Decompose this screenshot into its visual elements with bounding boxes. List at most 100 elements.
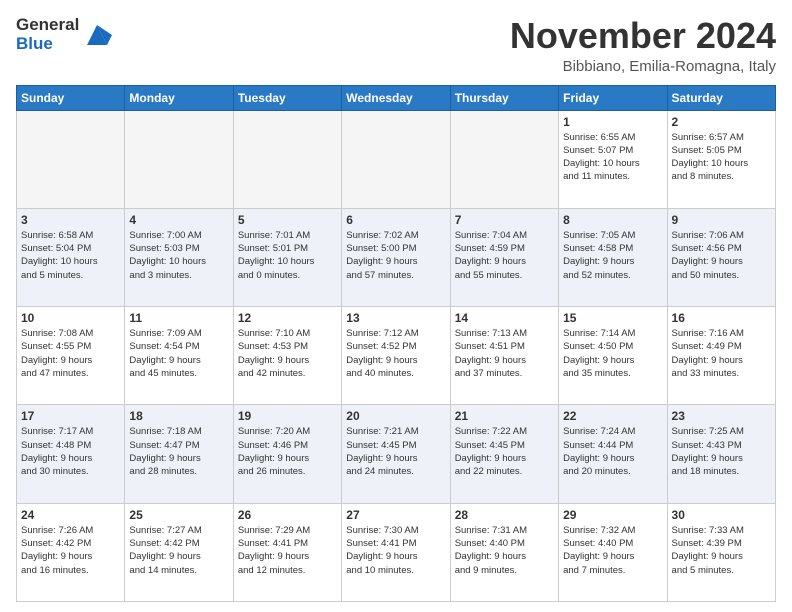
day-number: 19 <box>238 409 337 423</box>
calendar-cell: 30Sunrise: 7:33 AM Sunset: 4:39 PM Dayli… <box>667 503 775 601</box>
calendar-cell: 16 Sunrise: 7:16 AM Sunset: 4:49 PM Dayli… <box>667 307 775 405</box>
day-info: Sunrise: 7:12 AM Sunset: 4:52 PM Dayligh… <box>346 327 445 380</box>
day-number: 4 <box>129 213 228 227</box>
day-number: 9 <box>672 213 771 227</box>
day-number: 30 <box>672 508 771 522</box>
calendar-cell: 19 Sunrise: 7:20 AM Sunset: 4:46 PM Dayli… <box>233 405 341 503</box>
day-info: Sunrise: 7:25 AM Sunset: 4:43 PM Dayligh… <box>672 425 771 478</box>
calendar-cell: 6 Sunrise: 7:02 AM Sunset: 5:00 PM Daylig… <box>342 208 450 306</box>
calendar-cell <box>233 110 341 208</box>
col-tuesday: Tuesday <box>233 85 341 110</box>
calendar-cell: 1Sunrise: 6:55 AM Sunset: 5:07 PM Daylig… <box>559 110 667 208</box>
calendar-cell: 17 Sunrise: 7:17 AM Sunset: 4:48 PM Dayli… <box>17 405 125 503</box>
calendar-cell: 15Sunrise: 7:14 AM Sunset: 4:50 PM Dayli… <box>559 307 667 405</box>
day-number: 26 <box>238 508 337 522</box>
day-info: Sunrise: 7:16 AM Sunset: 4:49 PM Dayligh… <box>672 327 771 380</box>
day-info: Sunrise: 7:06 AM Sunset: 4:56 PM Dayligh… <box>672 229 771 282</box>
day-info: Sunrise: 7:31 AM Sunset: 4:40 PM Dayligh… <box>455 524 554 577</box>
day-info: Sunrise: 7:29 AM Sunset: 4:41 PM Dayligh… <box>238 524 337 577</box>
calendar-week-2: 3Sunrise: 6:58 AM Sunset: 5:04 PM Daylig… <box>17 208 776 306</box>
day-number: 21 <box>455 409 554 423</box>
day-info: Sunrise: 7:01 AM Sunset: 5:01 PM Dayligh… <box>238 229 337 282</box>
calendar-cell <box>342 110 450 208</box>
logo: General Blue <box>16 16 112 53</box>
day-info: Sunrise: 7:18 AM Sunset: 4:47 PM Dayligh… <box>129 425 228 478</box>
calendar-week-3: 10Sunrise: 7:08 AM Sunset: 4:55 PM Dayli… <box>17 307 776 405</box>
page: General Blue November 2024 Bibbiano, Emi… <box>0 0 792 612</box>
calendar-cell: 8 Sunrise: 7:05 AM Sunset: 4:58 PM Daylig… <box>559 208 667 306</box>
calendar-cell: 27Sunrise: 7:30 AM Sunset: 4:41 PM Dayli… <box>342 503 450 601</box>
calendar-cell: 9 Sunrise: 7:06 AM Sunset: 4:56 PM Daylig… <box>667 208 775 306</box>
day-info: Sunrise: 7:02 AM Sunset: 5:00 PM Dayligh… <box>346 229 445 282</box>
day-number: 3 <box>21 213 120 227</box>
day-info: Sunrise: 7:27 AM Sunset: 4:42 PM Dayligh… <box>129 524 228 577</box>
day-info: Sunrise: 7:05 AM Sunset: 4:58 PM Dayligh… <box>563 229 662 282</box>
day-number: 18 <box>129 409 228 423</box>
day-info: Sunrise: 7:17 AM Sunset: 4:48 PM Dayligh… <box>21 425 120 478</box>
day-info: Sunrise: 7:14 AM Sunset: 4:50 PM Dayligh… <box>563 327 662 380</box>
day-number: 11 <box>129 311 228 325</box>
calendar-cell <box>125 110 233 208</box>
calendar-cell <box>450 110 558 208</box>
calendar-table: Sunday Monday Tuesday Wednesday Thursday… <box>16 85 776 602</box>
location: Bibbiano, Emilia-Romagna, Italy <box>510 58 776 75</box>
day-info: Sunrise: 7:20 AM Sunset: 4:46 PM Dayligh… <box>238 425 337 478</box>
day-number: 5 <box>238 213 337 227</box>
calendar-cell: 2Sunrise: 6:57 AM Sunset: 5:05 PM Daylig… <box>667 110 775 208</box>
day-number: 7 <box>455 213 554 227</box>
calendar-week-5: 24Sunrise: 7:26 AM Sunset: 4:42 PM Dayli… <box>17 503 776 601</box>
day-info: Sunrise: 6:55 AM Sunset: 5:07 PM Dayligh… <box>563 131 662 184</box>
calendar-cell: 24Sunrise: 7:26 AM Sunset: 4:42 PM Dayli… <box>17 503 125 601</box>
col-sunday: Sunday <box>17 85 125 110</box>
day-number: 12 <box>238 311 337 325</box>
col-wednesday: Wednesday <box>342 85 450 110</box>
day-info: Sunrise: 7:32 AM Sunset: 4:40 PM Dayligh… <box>563 524 662 577</box>
day-info: Sunrise: 7:04 AM Sunset: 4:59 PM Dayligh… <box>455 229 554 282</box>
logo-icon <box>82 20 112 50</box>
day-info: Sunrise: 7:09 AM Sunset: 4:54 PM Dayligh… <box>129 327 228 380</box>
calendar-cell: 13Sunrise: 7:12 AM Sunset: 4:52 PM Dayli… <box>342 307 450 405</box>
day-number: 16 <box>672 311 771 325</box>
calendar-week-4: 17 Sunrise: 7:17 AM Sunset: 4:48 PM Dayli… <box>17 405 776 503</box>
calendar-cell <box>17 110 125 208</box>
col-monday: Monday <box>125 85 233 110</box>
calendar-week-1: 1Sunrise: 6:55 AM Sunset: 5:07 PM Daylig… <box>17 110 776 208</box>
calendar-cell: 29Sunrise: 7:32 AM Sunset: 4:40 PM Dayli… <box>559 503 667 601</box>
calendar-cell: 28 Sunrise: 7:31 AM Sunset: 4:40 PM Dayli… <box>450 503 558 601</box>
day-number: 17 <box>21 409 120 423</box>
calendar-cell: 26 Sunrise: 7:29 AM Sunset: 4:41 PM Dayli… <box>233 503 341 601</box>
header: General Blue November 2024 Bibbiano, Emi… <box>16 16 776 75</box>
day-info: Sunrise: 7:08 AM Sunset: 4:55 PM Dayligh… <box>21 327 120 380</box>
day-info: Sunrise: 7:10 AM Sunset: 4:53 PM Dayligh… <box>238 327 337 380</box>
calendar-cell: 5 Sunrise: 7:01 AM Sunset: 5:01 PM Daylig… <box>233 208 341 306</box>
title-block: November 2024 Bibbiano, Emilia-Romagna, … <box>510 16 776 75</box>
calendar-cell: 23 Sunrise: 7:25 AM Sunset: 4:43 PM Dayli… <box>667 405 775 503</box>
calendar-cell: 21 Sunrise: 7:22 AM Sunset: 4:45 PM Dayli… <box>450 405 558 503</box>
day-number: 8 <box>563 213 662 227</box>
calendar-cell: 4Sunrise: 7:00 AM Sunset: 5:03 PM Daylig… <box>125 208 233 306</box>
logo-general: General <box>16 16 79 35</box>
day-info: Sunrise: 7:30 AM Sunset: 4:41 PM Dayligh… <box>346 524 445 577</box>
calendar-header-row: Sunday Monday Tuesday Wednesday Thursday… <box>17 85 776 110</box>
col-thursday: Thursday <box>450 85 558 110</box>
day-info: Sunrise: 7:13 AM Sunset: 4:51 PM Dayligh… <box>455 327 554 380</box>
logo-blue: Blue <box>16 35 79 54</box>
day-number: 6 <box>346 213 445 227</box>
day-info: Sunrise: 7:24 AM Sunset: 4:44 PM Dayligh… <box>563 425 662 478</box>
calendar-cell: 12 Sunrise: 7:10 AM Sunset: 4:53 PM Dayli… <box>233 307 341 405</box>
day-number: 22 <box>563 409 662 423</box>
day-info: Sunrise: 7:22 AM Sunset: 4:45 PM Dayligh… <box>455 425 554 478</box>
day-number: 20 <box>346 409 445 423</box>
col-saturday: Saturday <box>667 85 775 110</box>
calendar-cell: 10Sunrise: 7:08 AM Sunset: 4:55 PM Dayli… <box>17 307 125 405</box>
day-number: 23 <box>672 409 771 423</box>
calendar-cell: 22 Sunrise: 7:24 AM Sunset: 4:44 PM Dayli… <box>559 405 667 503</box>
calendar-cell: 14Sunrise: 7:13 AM Sunset: 4:51 PM Dayli… <box>450 307 558 405</box>
day-number: 28 <box>455 508 554 522</box>
day-number: 2 <box>672 115 771 129</box>
day-number: 25 <box>129 508 228 522</box>
day-number: 24 <box>21 508 120 522</box>
calendar-cell: 25 Sunrise: 7:27 AM Sunset: 4:42 PM Dayli… <box>125 503 233 601</box>
calendar-cell: 7 Sunrise: 7:04 AM Sunset: 4:59 PM Daylig… <box>450 208 558 306</box>
calendar-cell: 11 Sunrise: 7:09 AM Sunset: 4:54 PM Dayli… <box>125 307 233 405</box>
